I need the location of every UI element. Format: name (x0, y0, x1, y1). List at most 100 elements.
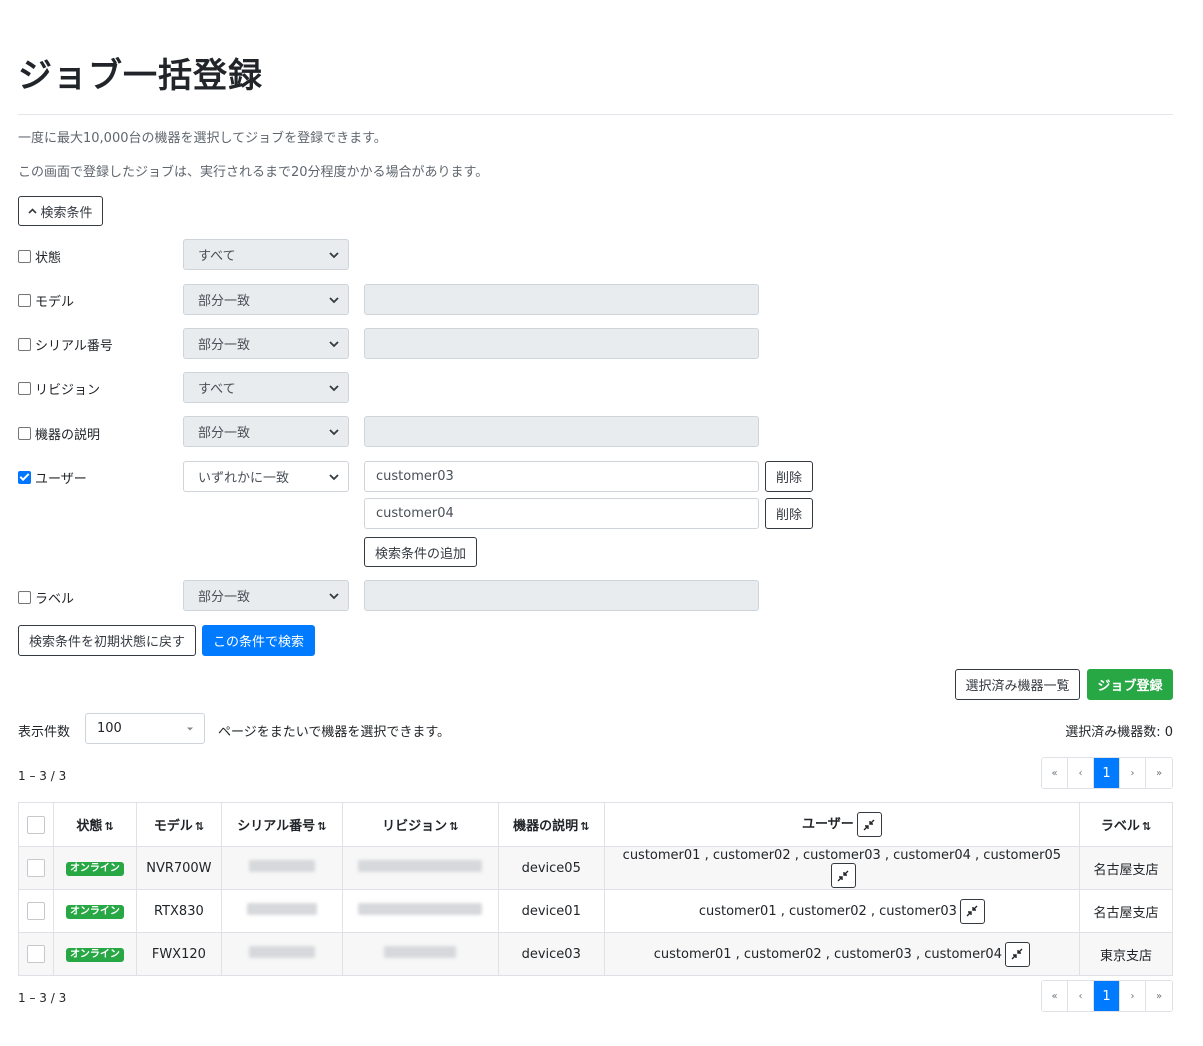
sort-icon: ⇅ (317, 820, 327, 833)
last-page-button[interactable]: » (1146, 758, 1172, 788)
prev-page-button[interactable]: ‹ (1068, 758, 1094, 788)
table-row[interactable]: オンライン RTX830 device01 customer01 , custo… (18, 889, 1173, 933)
filter-user-select[interactable]: いずれかに一致 (183, 461, 349, 492)
row-checkbox[interactable] (26, 945, 45, 963)
compress-icon (966, 905, 978, 917)
filter-serial-select-value: 部分一致 (198, 338, 251, 353)
redacted-revision (358, 860, 483, 872)
table-header-row: 状態 ⇅ モデル ⇅ シリアル番号 ⇅ リビジョン ⇅ 機器の説明 ⇅ ユーザー ラベル ⇅ (18, 802, 1173, 847)
filter-revision-select[interactable]: すべて (183, 372, 349, 403)
next-page-button[interactable]: › (1120, 981, 1146, 1011)
collapse-row-users-button[interactable] (959, 898, 985, 924)
row-checkbox[interactable] (26, 859, 45, 877)
page-1-button[interactable]: 1 (1094, 981, 1120, 1011)
filter-label: ラベル (18, 588, 74, 607)
filter-description-select[interactable]: 部分一致 (183, 416, 349, 447)
filter-model-checkbox[interactable] (18, 294, 31, 307)
filter-model-select-value: 部分一致 (198, 294, 251, 309)
filter-serial-checkbox[interactable] (18, 338, 31, 351)
select-all-checkbox[interactable] (26, 815, 45, 834)
row-select-cell[interactable] (18, 846, 54, 890)
filter-user-input-2[interactable]: customer04 (364, 498, 759, 529)
filter-revision-checkbox[interactable] (18, 382, 31, 395)
filter-user-input-1[interactable]: customer03 (364, 461, 759, 492)
filter-label-checkbox[interactable] (18, 591, 31, 604)
header-label-label: ラベル (1100, 819, 1140, 834)
users-cell: customer01 , customer02 , customer03 , c… (603, 846, 1081, 890)
selected-devices-button[interactable]: 選択済み機器一覧 (955, 669, 1080, 700)
register-job-button[interactable]: ジョブ登録 (1087, 669, 1173, 700)
chevron-down-icon (329, 474, 339, 481)
sort-icon: ⇅ (104, 820, 114, 833)
label-cell: 名古屋支店 (1079, 889, 1173, 933)
header-serial[interactable]: シリアル番号 ⇅ (220, 802, 343, 847)
filter-status-select[interactable]: すべて (183, 239, 349, 270)
filter-serial: シリアル番号 (18, 335, 113, 354)
delete-user-condition-1-button[interactable]: 削除 (765, 461, 813, 492)
delete-user-condition-2-button[interactable]: 削除 (765, 498, 813, 529)
search-toggle-button[interactable]: 検索条件 (18, 196, 103, 226)
filter-description-checkbox[interactable] (18, 427, 31, 440)
status-badge: オンライン (65, 862, 124, 876)
description-delay: この画面で登録したジョブは、実行されるまで20分程度かかる場合があります。 (18, 165, 489, 180)
per-page-value: 100 (97, 721, 122, 736)
status-cell: オンライン (52, 889, 137, 933)
model-cell: NVR700W (135, 846, 222, 890)
filter-label-input[interactable] (364, 580, 759, 611)
range-text-bottom: 1 – 3 / 3 (18, 991, 67, 1005)
filter-serial-input[interactable] (364, 328, 759, 359)
next-page-button[interactable]: › (1120, 758, 1146, 788)
users-text: customer01 , customer02 , customer03 , c… (653, 946, 1002, 962)
add-condition-button[interactable]: 検索条件の追加 (364, 537, 477, 567)
header-label[interactable]: ラベル ⇅ (1079, 802, 1173, 847)
header-model[interactable]: モデル ⇅ (135, 802, 222, 847)
users-text: customer01 , customer02 , customer03 (698, 903, 957, 919)
collapse-row-users-button[interactable] (830, 863, 856, 888)
redacted-revision (358, 903, 483, 915)
chevron-down-icon (329, 297, 339, 304)
row-select-cell[interactable] (18, 932, 54, 976)
filter-status: 状態 (18, 247, 61, 266)
header-select-all[interactable] (18, 802, 54, 847)
reset-conditions-button[interactable]: 検索条件を初期状態に戻す (18, 625, 196, 656)
filter-description-input[interactable] (364, 416, 759, 447)
filter-user-checkbox[interactable] (18, 471, 31, 484)
description-cell: device01 (497, 889, 605, 933)
header-description[interactable]: 機器の説明 ⇅ (497, 802, 605, 847)
collapse-users-button[interactable] (856, 812, 882, 837)
table-row[interactable]: オンライン NVR700W device05 customer01 , cust… (18, 846, 1173, 890)
chevron-down-icon (329, 429, 339, 436)
users-text: customer01 , customer02 , customer03 , c… (622, 848, 1062, 863)
revision-cell (341, 889, 499, 933)
last-page-button[interactable]: » (1146, 981, 1172, 1011)
filter-description-select-value: 部分一致 (198, 426, 251, 441)
filter-model-input[interactable] (364, 284, 759, 315)
filter-status-select-value: すべて (198, 249, 236, 264)
label-cell: 東京支店 (1079, 932, 1173, 976)
filter-user: ユーザー (18, 468, 87, 487)
header-status[interactable]: 状態 ⇅ (52, 802, 137, 847)
row-select-cell[interactable] (18, 889, 54, 933)
page-1-button[interactable]: 1 (1094, 758, 1120, 788)
table-row[interactable]: オンライン FWX120 device03 customer01 , custo… (18, 932, 1173, 976)
filter-label-select[interactable]: 部分一致 (183, 580, 349, 611)
selected-count: 選択済み機器数: 0 (1065, 725, 1173, 740)
header-status-label: 状態 (76, 819, 103, 834)
row-checkbox[interactable] (26, 902, 45, 920)
header-revision[interactable]: リビジョン ⇅ (341, 802, 499, 847)
first-page-button[interactable]: « (1042, 981, 1068, 1011)
chevron-down-icon (329, 385, 339, 392)
filter-serial-select[interactable]: 部分一致 (183, 328, 349, 359)
cross-page-note: ページをまたいで機器を選択できます。 (218, 725, 451, 740)
first-page-button[interactable]: « (1042, 758, 1068, 788)
filter-status-checkbox[interactable] (18, 250, 31, 263)
range-text-top: 1 – 3 / 3 (18, 769, 67, 783)
filter-model-select[interactable]: 部分一致 (183, 284, 349, 315)
search-button[interactable]: この条件で検索 (202, 625, 315, 656)
collapse-row-users-button[interactable] (1004, 941, 1030, 967)
prev-page-button[interactable]: ‹ (1068, 981, 1094, 1011)
status-badge: オンライン (65, 948, 124, 962)
redacted-serial (246, 903, 317, 915)
revision-cell (341, 932, 499, 976)
per-page-select[interactable]: 100 (85, 713, 205, 744)
